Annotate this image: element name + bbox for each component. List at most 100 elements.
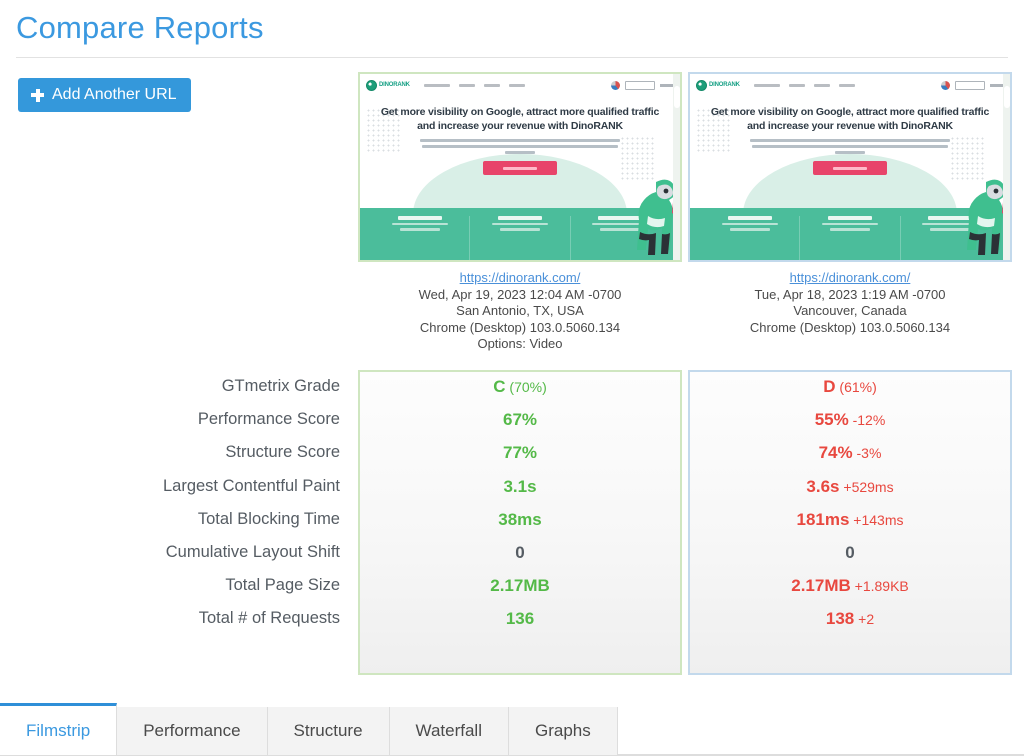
- metric-label: Cumulative Layout Shift: [165, 542, 340, 561]
- metric-value-left: 38ms: [358, 503, 682, 537]
- metric-delta: +529ms: [839, 478, 894, 495]
- report-thumbnail-right[interactable]: DINORANK Get more visibility on Google, …: [688, 72, 1012, 262]
- preview-scrollbar: [1003, 74, 1010, 260]
- metric-value: 77%: [502, 443, 538, 463]
- metric-label: Total Page Size: [225, 576, 340, 595]
- metric-row: Total Blocking Time 38ms 181ms +143ms: [0, 503, 1024, 536]
- report-location: San Antonio, TX, USA: [456, 303, 584, 318]
- logo-mark-icon: [366, 79, 377, 91]
- metric-value-right: 74% -3%: [688, 436, 1012, 470]
- metric-label: Total # of Requests: [198, 609, 340, 628]
- preview-feature-item: [470, 216, 571, 260]
- preview-headline: Get more visibility on Google, attract m…: [380, 106, 660, 132]
- preview-login-button: [990, 83, 1004, 87]
- metric-row: Total # of Requests 136 138 +2: [0, 602, 1024, 635]
- tab-label: Waterfall: [415, 721, 482, 740]
- preview-logo: DINORANK: [366, 79, 410, 91]
- report-column-left: DINORANK Get more visibility on Google, …: [358, 72, 682, 353]
- language-flag-icon: [941, 80, 950, 90]
- report-url-link[interactable]: https://dinorank.com/: [790, 270, 911, 285]
- tab-filmstrip[interactable]: Filmstrip: [0, 703, 118, 755]
- site-preview: DINORANK Get more visibility on Google, …: [360, 74, 680, 260]
- metric-value-right: 2.17MB +1.89KB: [688, 569, 1012, 603]
- metric-value: 3.1s: [503, 476, 537, 496]
- preview-register-button: [625, 80, 655, 90]
- tab-structure[interactable]: Structure: [267, 707, 390, 755]
- report-location: Vancouver, Canada: [793, 303, 907, 318]
- preview-nav-link: [838, 83, 855, 87]
- preview-feature-item: [370, 216, 471, 260]
- tab-performance[interactable]: Performance: [117, 707, 268, 755]
- preview-scrollbar-thumb: [673, 86, 680, 108]
- metric-row: Performance Score 67% 55% -12%: [0, 403, 1024, 436]
- tab-label: Graphs: [534, 721, 591, 740]
- metric-value: 67%: [502, 410, 538, 430]
- preview-navbar: DINORANK: [360, 74, 680, 96]
- metric-value-left: 2.17MB: [358, 569, 682, 603]
- metric-value: 74%: [818, 443, 853, 463]
- preview-nav-link: [458, 83, 475, 87]
- report-url-link[interactable]: https://dinorank.com/: [460, 270, 581, 285]
- metric-value-right: 0: [688, 536, 1012, 570]
- metric-value-right: D (61%): [688, 370, 1012, 404]
- metric-value: 136: [505, 609, 535, 629]
- metric-value: 3.6s: [806, 476, 840, 496]
- add-another-url-label: Add Another URL: [52, 86, 177, 103]
- preview-nav-actions: [941, 80, 1004, 90]
- metric-value-right: 138 +2: [688, 602, 1012, 636]
- report-date: Wed, Apr 19, 2023 12:04 AM -0700: [418, 286, 622, 302]
- language-flag-icon: [611, 80, 620, 90]
- metric-value-left: 3.1s: [358, 470, 682, 504]
- metric-value-right: 3.6s +529ms: [688, 470, 1012, 504]
- preview-subtext: [415, 139, 625, 154]
- report-options: Options: Video: [477, 336, 563, 351]
- metric-delta: +143ms: [849, 511, 904, 528]
- metric-row: GTmetrix Grade C (70%) D (61%): [0, 370, 1024, 403]
- tab-waterfall[interactable]: Waterfall: [389, 707, 509, 755]
- preview-nav-link: [813, 83, 830, 87]
- preview-brand: DINORANK: [709, 82, 740, 88]
- report-browser: Chrome (Desktop) 103.0.5060.134: [419, 319, 621, 335]
- report-meta-left: https://dinorank.com/ Wed, Apr 19, 2023 …: [358, 270, 682, 353]
- metric-row: Structure Score 77% 74% -3%: [0, 436, 1024, 469]
- metrics-table: GTmetrix Grade C (70%) D (61%) Performance …: [0, 370, 1024, 636]
- metric-value-left: 77%: [358, 436, 682, 470]
- tab-label: Performance: [143, 721, 241, 740]
- metric-label: Structure Score: [225, 443, 340, 462]
- preview-logo: DINORANK: [696, 79, 740, 91]
- preview-scrollbar-thumb: [1003, 86, 1010, 108]
- metric-value-left: 0: [358, 536, 682, 570]
- preview-feature-item: [800, 216, 901, 260]
- plus-icon: [31, 88, 44, 102]
- report-browser: Chrome (Desktop) 103.0.5060.134: [749, 319, 951, 335]
- preview-feature-item: [700, 216, 801, 260]
- metric-value: 0: [515, 542, 525, 562]
- title-divider: [16, 57, 1008, 58]
- metric-value-left: 136: [358, 602, 682, 636]
- metric-value: 0: [845, 542, 855, 562]
- preview-nav-link: [423, 83, 450, 87]
- metric-label: Performance Score: [197, 410, 340, 429]
- preview-login-button: [660, 83, 674, 87]
- metric-row: Total Page Size 2.17MB 2.17MB +1.89KB: [0, 569, 1024, 602]
- preview-cta-button: [813, 161, 887, 175]
- metric-value-right: 55% -12%: [688, 403, 1012, 437]
- report-thumbnail-left[interactable]: DINORANK Get more visibility on Google, …: [358, 72, 682, 262]
- report-date: Tue, Apr 18, 2023 1:19 AM -0700: [754, 286, 946, 302]
- logo-mark-icon: [696, 79, 707, 91]
- metric-row: Cumulative Layout Shift 0 0: [0, 536, 1024, 569]
- metric-value: 138: [825, 609, 855, 629]
- metric-value: C: [493, 377, 506, 396]
- preview-brand: DINORANK: [379, 82, 410, 88]
- tab-label: Structure: [293, 721, 363, 740]
- metric-value: 2.17MB: [791, 576, 851, 596]
- report-tabs: Filmstrip Performance Structure Waterfall Gr…: [0, 700, 1024, 756]
- preview-nav-link: [753, 83, 780, 87]
- tab-graphs[interactable]: Graphs: [508, 707, 618, 755]
- dinosaur-mascot-icon: [637, 179, 677, 255]
- page-title: Compare Reports: [16, 10, 264, 45]
- add-another-url-button[interactable]: Add Another URL: [18, 78, 191, 112]
- metric-value: 181ms: [796, 509, 850, 529]
- report-column-right: DINORANK Get more visibility on Google, …: [688, 72, 1012, 336]
- report-meta-right: https://dinorank.com/ Tue, Apr 18, 2023 …: [688, 270, 1012, 336]
